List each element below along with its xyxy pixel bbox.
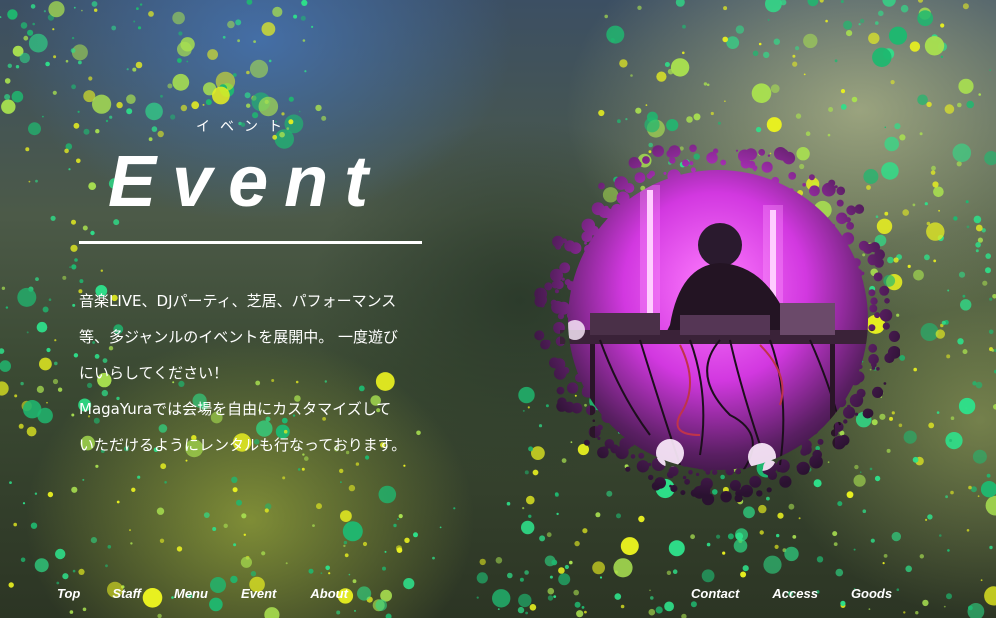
- nav-link-about[interactable]: About: [310, 586, 348, 601]
- title-underline: [79, 241, 422, 244]
- dj-performance-photo: [530, 135, 900, 515]
- description-line: MagaYuraでは会場を自由にカスタマイズして: [79, 400, 392, 418]
- photo-image: [530, 135, 900, 515]
- section-title: Event: [108, 142, 385, 222]
- section-title-kana: イベント: [196, 119, 292, 135]
- description-line: 等、多ジャンルのイベントを展開中。 一度遊び: [79, 328, 399, 346]
- nav-link-menu[interactable]: Menu: [174, 586, 208, 601]
- description-line: いただけるようにレンタルも行なっております。: [79, 436, 407, 454]
- main-nav-left: Top Staff Menu Event About: [57, 584, 348, 602]
- nav-link-access[interactable]: Access: [772, 586, 818, 601]
- nav-link-goods[interactable]: Goods: [851, 586, 892, 601]
- description-line: 音楽LIVE、DJパーティ、芝居、パフォーマンス: [79, 292, 397, 310]
- section-description: 音楽LIVE、DJパーティ、芝居、パフォーマンス 等、多ジャンルのイベントを展開…: [79, 283, 429, 463]
- nav-link-contact[interactable]: Contact: [691, 586, 739, 601]
- description-line: にいらしてください！: [79, 364, 229, 382]
- nav-link-top[interactable]: Top: [57, 586, 80, 601]
- nav-link-event[interactable]: Event: [241, 586, 276, 601]
- nav-link-staff[interactable]: Staff: [112, 586, 141, 601]
- main-nav-right: Contact Access Goods: [691, 584, 892, 602]
